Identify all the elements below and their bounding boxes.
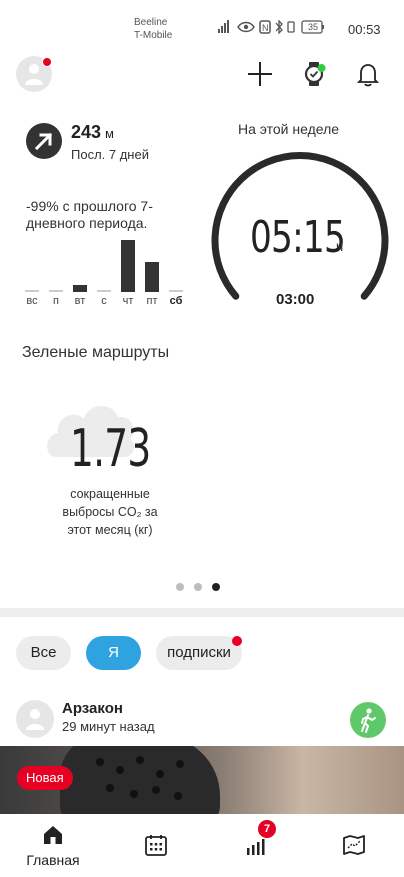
section-divider [0, 608, 404, 617]
pager-dot-active[interactable] [212, 583, 220, 591]
stats-badge: 7 [258, 820, 276, 838]
calendar-icon [145, 835, 167, 856]
distance-value: 243 м [71, 122, 114, 143]
nav-stats[interactable] [216, 814, 296, 877]
day-label-с: с [101, 295, 107, 307]
bell-icon[interactable] [354, 60, 382, 88]
distance-unit: м [105, 126, 114, 141]
target-value: 03:00 [276, 291, 315, 308]
watch-icon[interactable] [300, 60, 328, 88]
co2-desc-line: сокращенные [70, 487, 150, 501]
nav-calendar[interactable] [116, 814, 196, 877]
green-routes-title: Зеленые маршруты [22, 344, 170, 361]
bar-п [49, 290, 63, 292]
change-text: -99% с прошлого 7-дневного периода. [26, 198, 153, 231]
profile-avatar[interactable] [16, 56, 52, 92]
day-label-чт: чт [122, 295, 134, 307]
filter-me-chip[interactable]: Я [86, 636, 141, 670]
weekly-bar-chart [24, 236, 188, 292]
filter-subscriptions-label: подписки [167, 644, 231, 661]
feed-user-name[interactable]: Арзакон [62, 700, 123, 717]
week-title: На этой неделе [238, 121, 340, 137]
weekday-labels: вс п вт с чт пт сб [22, 295, 192, 309]
distance-arrow-icon [26, 123, 62, 159]
co2-description: сокращенные выбросы CO₂ за этот месяц (к… [58, 485, 162, 539]
new-badge: Новая [17, 766, 73, 790]
battery-level: 35 [308, 22, 319, 32]
pager-dot[interactable] [176, 583, 184, 591]
co2-value: 1.73 [70, 419, 151, 479]
svg-text:N: N [262, 23, 271, 33]
period-label: Посл. 7 дней [71, 147, 149, 162]
pager-dot[interactable] [194, 583, 202, 591]
clock: 00:53 [348, 22, 381, 37]
map-icon [343, 835, 365, 855]
filter-subscriptions-chip[interactable]: подписки [156, 636, 242, 670]
duration-value: 05:15 [250, 212, 346, 263]
notification-dot [232, 636, 242, 646]
duration-unit: ч [336, 238, 344, 254]
nav-home[interactable]: Главная [13, 814, 93, 877]
day-label-п: п [53, 295, 59, 307]
carrier-2: T-Mobile [134, 30, 173, 41]
feed-user-avatar[interactable] [16, 700, 54, 738]
status-icons: N [218, 19, 340, 37]
bar-чт [121, 240, 135, 292]
bar-с [97, 290, 111, 292]
day-label-вс: вс [26, 295, 38, 307]
distance-number: 243 [71, 122, 102, 142]
day-label-пт: пт [146, 295, 158, 307]
bar-сб [169, 290, 183, 292]
nav-map[interactable] [314, 814, 394, 877]
bar-пт [145, 262, 159, 292]
bar-вс [25, 290, 39, 292]
home-icon [44, 826, 62, 844]
day-label-вт: вт [74, 295, 86, 307]
co2-desc-line: этот месяц (кг) [67, 523, 153, 537]
notification-dot [42, 57, 52, 67]
nav-home-label: Главная [26, 852, 80, 868]
add-icon[interactable] [246, 60, 274, 88]
filter-all-chip[interactable]: Все [16, 636, 71, 670]
person-icon [26, 709, 44, 730]
bar-вт [73, 285, 87, 292]
carrier-1: Beeline [134, 17, 168, 28]
status-bar: Beeline T-Mobile N 35 00:53 [0, 0, 404, 44]
walking-icon [350, 702, 386, 738]
co2-desc-line: выбросы CO₂ за [62, 505, 158, 519]
person-icon [25, 64, 43, 85]
day-label-сб: сб [169, 295, 183, 307]
bottom-nav: Главная 7 [0, 814, 404, 877]
feed-time-ago: 29 минут назад [62, 719, 155, 734]
carousel-pager[interactable] [176, 578, 230, 596]
